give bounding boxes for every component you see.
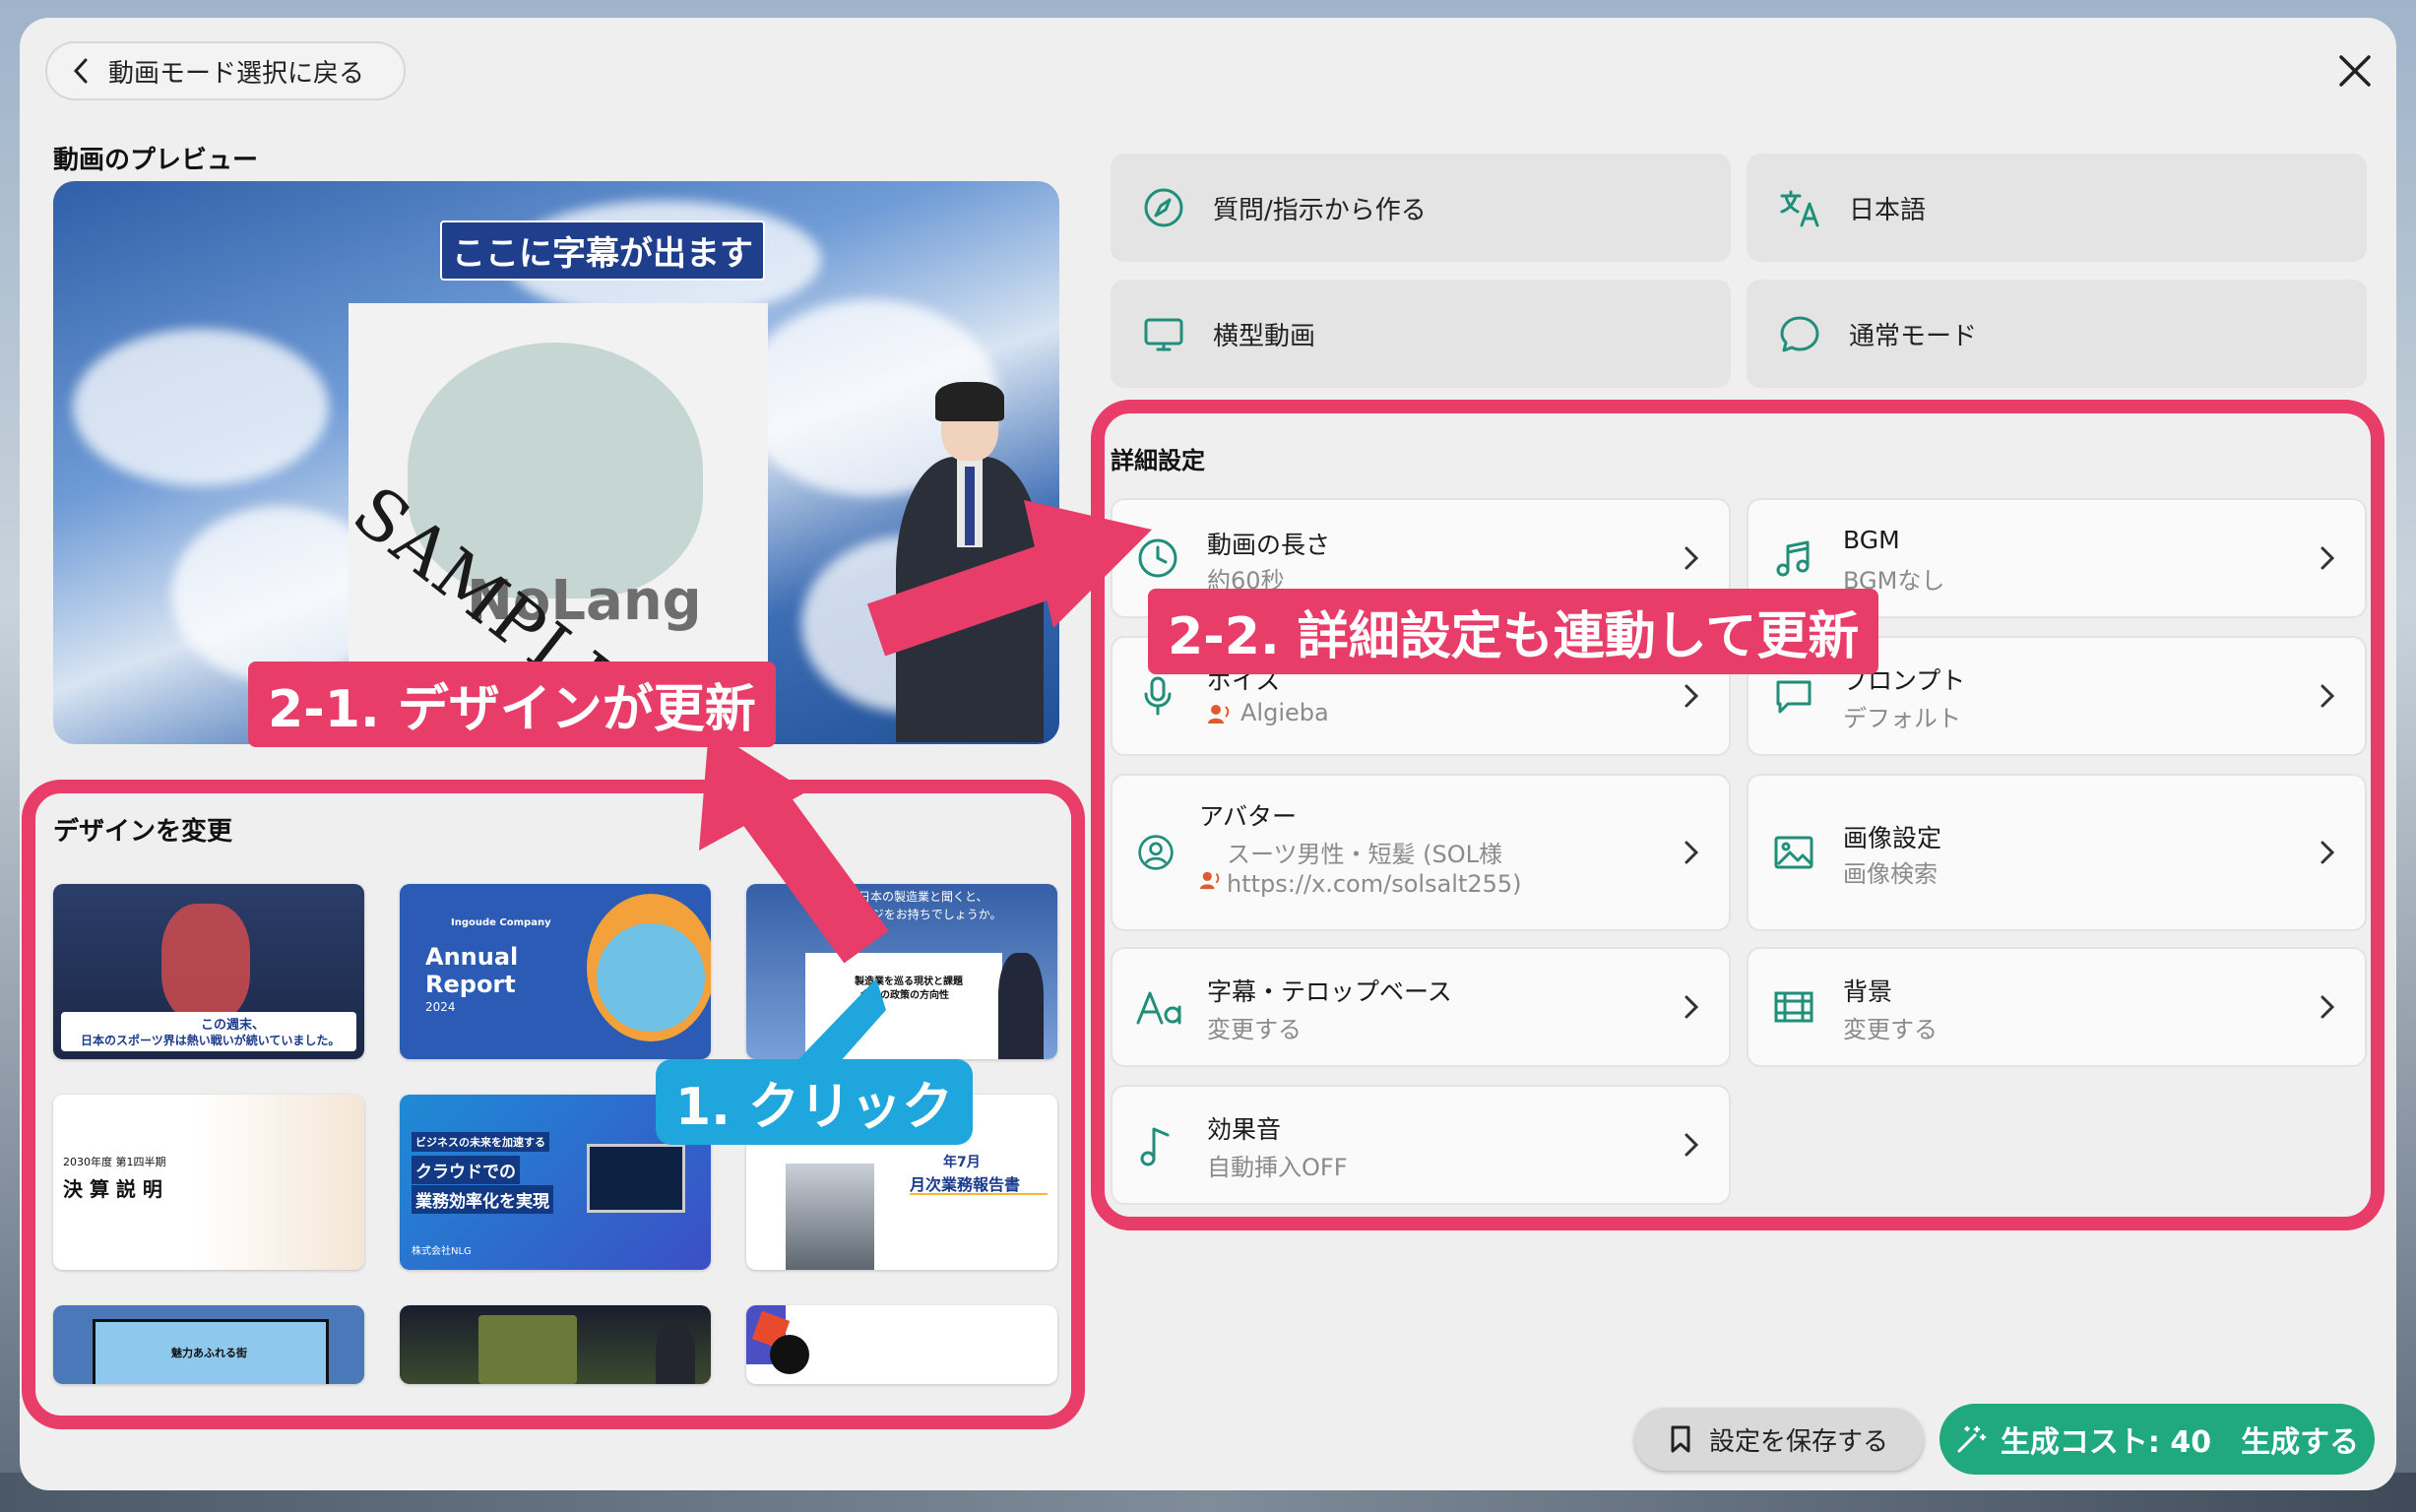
annotation-arrows xyxy=(699,500,1152,1099)
annotation-design-updated: 2-1. デザインが更新 xyxy=(248,662,776,747)
annotation-click: 1. クリック xyxy=(656,1059,974,1145)
annotation-details-updated: 2-2. 詳細設定も連動して更新 xyxy=(1148,589,1879,674)
video-settings-modal: 動画モード選択に戻る 動画のプレビュー ここに字幕が出ます NoLang SAM… xyxy=(20,18,2396,1490)
